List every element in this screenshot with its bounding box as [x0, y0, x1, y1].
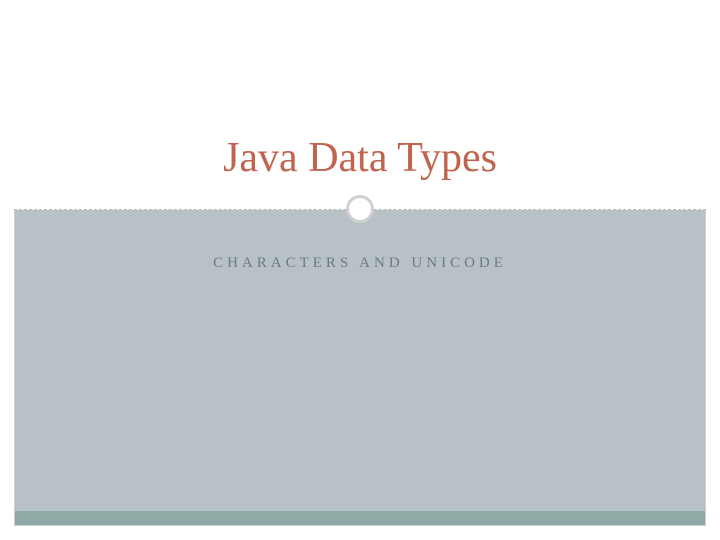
slide-title: Java Data Types	[0, 134, 720, 182]
accent-bar	[15, 511, 705, 525]
presentation-slide: Java Data Types CHARACTERS AND UNICODE	[0, 0, 720, 540]
circle-ornament-icon	[346, 195, 374, 223]
slide-subtitle: CHARACTERS AND UNICODE	[0, 255, 720, 272]
title-section: Java Data Types	[0, 0, 720, 209]
